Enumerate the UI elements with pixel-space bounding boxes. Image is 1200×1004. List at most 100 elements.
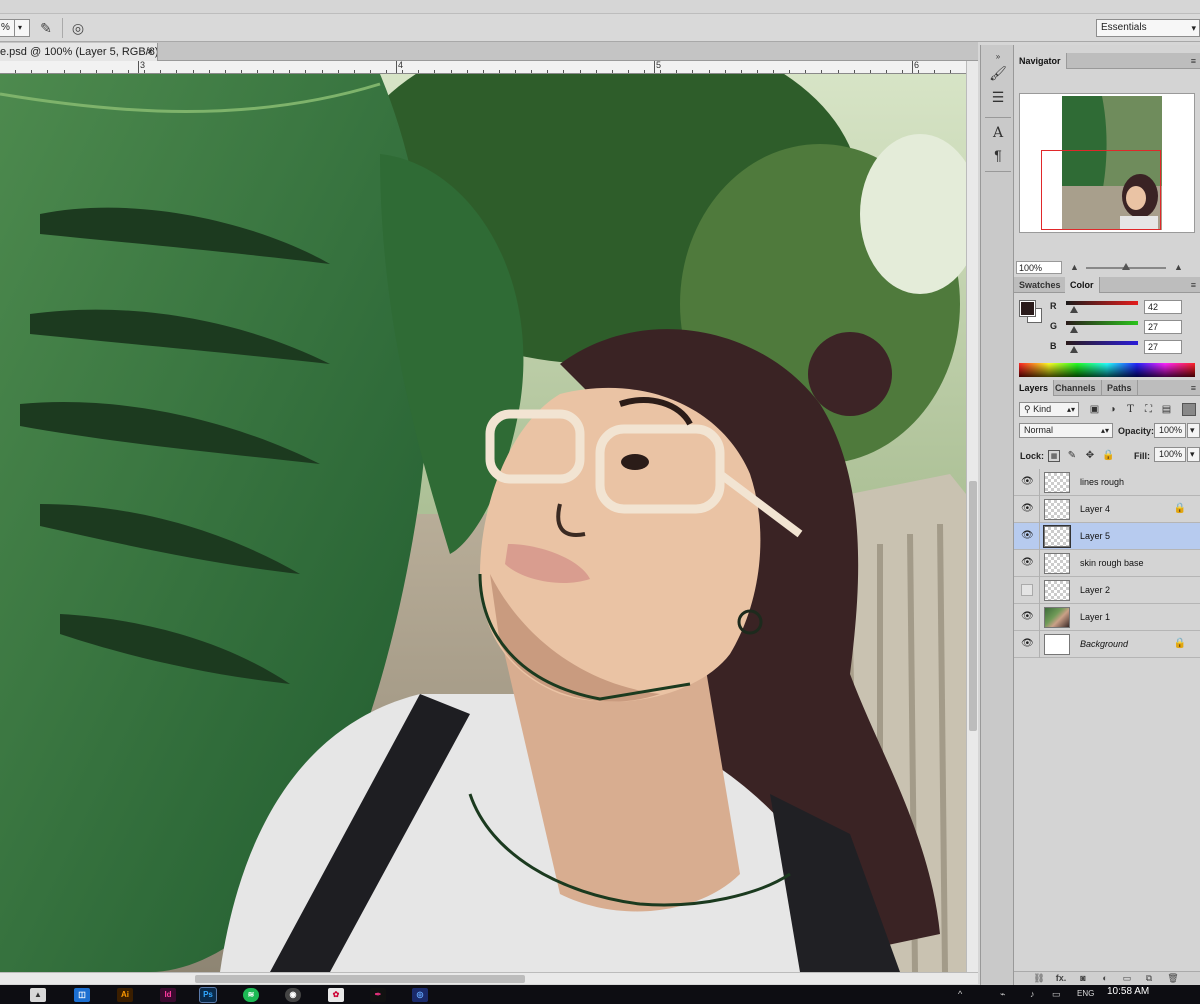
opacity-dropdown[interactable]: ▾ (1187, 423, 1200, 438)
green-slider-knob[interactable] (1070, 326, 1078, 333)
opacity-field[interactable]: 100% (1154, 423, 1186, 438)
layer-filter-kind-select[interactable]: ⚲ Kind ▴▾ (1019, 402, 1079, 417)
layer-row[interactable]: 👁 Layer 1 (1014, 604, 1200, 631)
airbrush-icon[interactable]: ✎ (36, 19, 56, 37)
taskbar-app-icon[interactable]: ▲ (30, 988, 46, 1002)
spotify-icon[interactable]: ≋ (243, 988, 259, 1002)
layer-name[interactable]: Layer 5 (1080, 523, 1110, 550)
paragraph-panel-icon[interactable]: ¶ (987, 145, 1009, 165)
media-player-icon[interactable]: ◉ (285, 988, 301, 1002)
horizontal-scrollbar[interactable] (0, 972, 978, 984)
photoshop-icon[interactable]: Ps (199, 987, 217, 1003)
navigator-preview[interactable] (1019, 93, 1195, 233)
color-spectrum-ramp[interactable] (1019, 363, 1195, 377)
adjustment-layer-icon[interactable]: ◐ (1098, 972, 1112, 985)
new-layer-icon[interactable]: ⧉ (1142, 972, 1156, 985)
tray-chevron-icon[interactable]: ^ (958, 989, 962, 999)
indesign-icon[interactable]: Id (160, 988, 176, 1002)
red-value-field[interactable]: 42 (1144, 300, 1182, 314)
tab-swatches[interactable]: Swatches (1014, 277, 1067, 293)
filter-smart-object-icon[interactable]: ▤ (1160, 403, 1173, 416)
link-layers-icon[interactable]: ⛓ (1032, 972, 1046, 985)
volume-icon[interactable]: ♪ (1030, 989, 1035, 999)
battery-icon[interactable]: ▭ (1052, 989, 1061, 1000)
red-slider-knob[interactable] (1070, 306, 1078, 313)
fill-dropdown[interactable]: ▾ (1187, 447, 1200, 462)
zoom-slider-knob[interactable] (1122, 263, 1130, 270)
visibility-off-box[interactable] (1021, 584, 1033, 596)
panel-menu-icon[interactable]: ≡ (1191, 277, 1196, 293)
vertical-scrollbar[interactable] (966, 61, 978, 972)
workspace-select[interactable]: Essentials ▾ (1096, 19, 1200, 37)
adjustments-sliders-icon[interactable]: ☰ (987, 87, 1009, 107)
layer-name[interactable]: Background (1080, 631, 1128, 658)
red-channel-slider[interactable] (1066, 301, 1138, 305)
zoom-in-icon[interactable]: ▲ (1174, 261, 1183, 274)
horizontal-scroll-thumb[interactable] (195, 975, 525, 983)
filter-type-icon[interactable]: T (1124, 403, 1137, 416)
zoom-size-dropdown[interactable]: ▾ (14, 19, 30, 37)
layer-name[interactable]: skin rough base (1080, 550, 1144, 577)
trash-icon[interactable]: 🗑 (1166, 972, 1180, 985)
layer-name[interactable]: Layer 4 (1080, 496, 1110, 523)
tab-layers[interactable]: Layers (1014, 380, 1055, 396)
add-mask-icon[interactable]: ◙ (1076, 972, 1090, 985)
clock[interactable]: 10:58 AM (1107, 986, 1149, 997)
blue-slider-knob[interactable] (1070, 346, 1078, 353)
layer-row[interactable]: 👁 Background 🔒 (1014, 631, 1200, 658)
pen-app-icon[interactable]: ✒ (370, 988, 386, 1002)
lock-all-icon[interactable]: 🔒 (1102, 450, 1114, 462)
eye-icon[interactable]: 👁 (1021, 557, 1034, 569)
eye-icon[interactable]: 👁 (1021, 530, 1034, 542)
tab-navigator[interactable]: Navigator (1014, 53, 1067, 69)
filter-shape-icon[interactable]: ⛶ (1142, 403, 1155, 416)
layer-row[interactable]: 👁 lines rough (1014, 469, 1200, 496)
document-canvas[interactable] (0, 74, 966, 972)
navigator-view-box[interactable] (1041, 150, 1161, 230)
lock-position-icon[interactable]: ✥ (1084, 450, 1096, 462)
character-panel-icon[interactable]: A (987, 123, 1009, 143)
layer-row[interactable]: Layer 2 (1014, 577, 1200, 604)
panel-menu-icon[interactable]: ≡ (1191, 53, 1196, 69)
tab-channels[interactable]: Channels (1050, 380, 1102, 396)
layer-name[interactable]: Layer 1 (1080, 604, 1110, 631)
eye-icon[interactable]: 👁 (1021, 638, 1034, 650)
navigator-zoom-field[interactable]: 100% (1016, 261, 1062, 274)
blend-mode-select[interactable]: Normal ▴▾ (1019, 423, 1113, 438)
navigator-zoom-slider[interactable] (1086, 263, 1166, 270)
tab-paths[interactable]: Paths (1102, 380, 1138, 396)
lock-transparent-pixels-icon[interactable]: ▦ (1048, 450, 1060, 462)
layer-style-button[interactable]: fx. (1054, 972, 1068, 985)
eye-icon[interactable]: 👁 (1021, 611, 1034, 623)
blue-value-field[interactable]: 27 (1144, 340, 1182, 354)
paint-app-icon[interactable]: ✿ (328, 988, 344, 1002)
document-tab[interactable]: e.psd @ 100% (Layer 5, RGB/8) × (0, 43, 158, 61)
tab-color[interactable]: Color (1065, 277, 1100, 293)
panel-menu-icon[interactable]: ≡ (1191, 380, 1196, 396)
layer-row[interactable]: 👁 skin rough base (1014, 550, 1200, 577)
eye-icon[interactable]: 👁 (1021, 476, 1034, 488)
layer-name[interactable]: Layer 2 (1080, 577, 1110, 604)
filter-toggle-icon[interactable] (1182, 403, 1196, 416)
filter-adjustment-icon[interactable]: ◑ (1106, 403, 1119, 416)
green-value-field[interactable]: 27 (1144, 320, 1182, 334)
eye-icon[interactable]: 👁 (1021, 503, 1034, 515)
network-icon[interactable]: ⌁ (1000, 989, 1005, 1000)
layer-row[interactable]: 👁 Layer 4 🔒 (1014, 496, 1200, 523)
browser-icon[interactable]: ◎ (412, 988, 428, 1002)
foreground-color-swatch[interactable] (1019, 300, 1036, 317)
fill-field[interactable]: 100% (1154, 447, 1186, 462)
illustrator-icon[interactable]: Ai (117, 988, 133, 1002)
vertical-scroll-thumb[interactable] (969, 481, 977, 731)
brush-presets-icon[interactable]: 🖌 (987, 63, 1009, 83)
file-explorer-icon[interactable]: ◫ (74, 988, 90, 1002)
blue-channel-slider[interactable] (1066, 341, 1138, 345)
input-language[interactable]: ENG (1077, 989, 1094, 998)
filter-pixel-icon[interactable]: ▣ (1088, 403, 1101, 416)
lock-image-pixels-icon[interactable]: ✎ (1066, 450, 1078, 462)
layer-row-selected[interactable]: 👁 Layer 5 (1014, 523, 1200, 550)
zoom-out-icon[interactable]: ▲ (1070, 261, 1079, 274)
layer-name[interactable]: lines rough (1080, 469, 1124, 496)
pressure-size-icon[interactable]: ◎ (68, 19, 88, 37)
new-group-icon[interactable]: ▭ (1120, 972, 1134, 985)
